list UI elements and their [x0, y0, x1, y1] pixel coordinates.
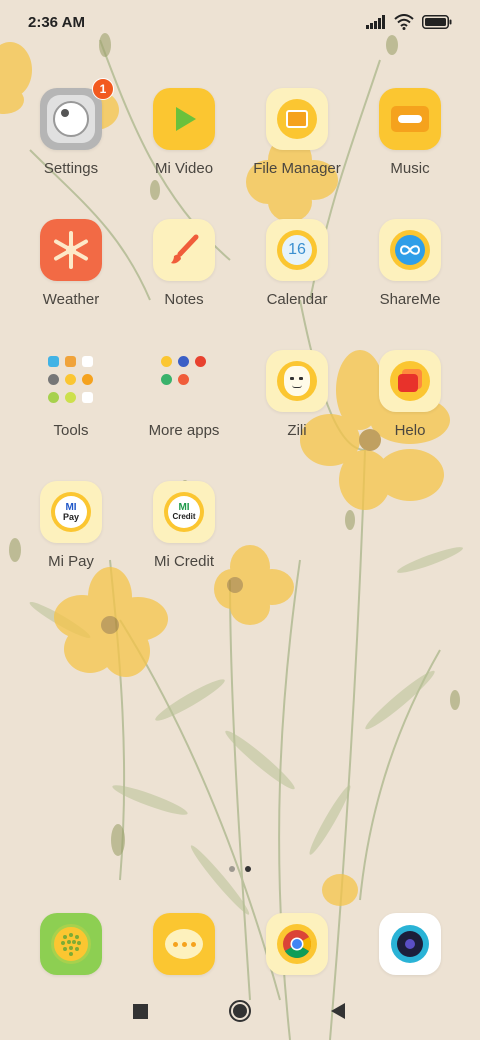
back-triangle-icon[interactable] — [330, 1002, 346, 1020]
app-label: Notes — [164, 291, 204, 308]
camera-icon — [379, 913, 441, 975]
snowflake-icon — [40, 219, 102, 281]
app-label: Settings — [43, 160, 99, 177]
battery-icon — [422, 15, 452, 29]
phone-icon — [40, 913, 102, 975]
app-label: Helo — [394, 422, 426, 439]
page-indicator — [0, 866, 480, 872]
app-zili[interactable]: Zili — [241, 350, 353, 460]
app-label: Tools — [53, 422, 89, 439]
app-calendar[interactable]: 16 Calendar — [241, 219, 353, 329]
app-label: Weather — [42, 291, 100, 308]
app-mi-pay[interactable]: MI Pay Mi Pay — [15, 481, 127, 591]
app-mi-video[interactable]: Mi Video — [128, 88, 240, 198]
more-apps-folder-icon — [153, 350, 215, 412]
app-notes[interactable]: Notes — [128, 219, 240, 329]
calendar-date: 16 — [282, 235, 312, 265]
app-music[interactable]: Music — [354, 88, 466, 198]
messaging-icon — [153, 913, 215, 975]
dock-messaging[interactable] — [128, 913, 240, 975]
app-label: File Manager — [253, 160, 341, 177]
cassette-icon — [379, 88, 441, 150]
notification-badge: 1 — [92, 78, 114, 100]
dock-phone[interactable] — [15, 913, 127, 975]
app-label: Calendar — [266, 291, 328, 308]
app-settings[interactable]: 1 Settings — [15, 78, 127, 198]
calendar-icon: 16 — [266, 219, 328, 281]
page-dot-1 — [229, 866, 235, 872]
mi-credit-logo-bottom: Credit — [172, 512, 196, 521]
dock-chrome[interactable] — [241, 913, 353, 975]
app-more-apps-folder[interactable]: More apps — [128, 350, 240, 460]
mi-pay-icon: MI Pay — [40, 481, 102, 543]
helo-icon — [379, 350, 441, 412]
app-helo[interactable]: Helo — [354, 350, 466, 460]
app-label: ShareMe — [379, 291, 441, 308]
status-icons — [366, 14, 452, 30]
app-weather[interactable]: Weather — [15, 219, 127, 329]
app-shareme[interactable]: ShareMe — [354, 219, 466, 329]
app-label: More apps — [148, 422, 220, 439]
shareme-icon — [379, 219, 441, 281]
status-time: 2:36 AM — [28, 13, 85, 31]
settings-icon: 1 — [40, 78, 114, 150]
navigation-bar — [0, 986, 480, 1040]
signal-icon — [366, 15, 385, 29]
mi-pay-logo-top: MI — [65, 501, 77, 513]
app-file-manager[interactable]: File Manager — [241, 88, 353, 198]
recents-square-icon[interactable] — [133, 1004, 148, 1019]
zili-icon — [266, 350, 328, 412]
mi-pay-logo-bottom: Pay — [62, 511, 79, 522]
page-dot-2-active — [245, 866, 251, 872]
app-label: Mi Video — [154, 160, 214, 177]
folder-icon — [266, 88, 328, 150]
chrome-icon — [266, 913, 328, 975]
play-icon — [153, 88, 215, 150]
app-mi-credit[interactable]: MI Credit Mi Credit — [128, 481, 240, 591]
mi-credit-icon: MI Credit — [153, 481, 215, 543]
wifi-icon — [394, 14, 414, 30]
app-label: Music — [390, 160, 430, 177]
app-tools-folder[interactable]: Tools — [15, 350, 127, 460]
dock-camera[interactable] — [354, 913, 466, 975]
tools-folder-icon — [40, 350, 102, 412]
home-circle-icon[interactable] — [229, 1000, 251, 1022]
app-label: Mi Pay — [48, 553, 94, 570]
status-bar: 2:36 AM — [0, 0, 480, 44]
app-label: Mi Credit — [153, 553, 214, 570]
app-label: Zili — [287, 422, 307, 439]
brush-icon — [153, 219, 215, 281]
